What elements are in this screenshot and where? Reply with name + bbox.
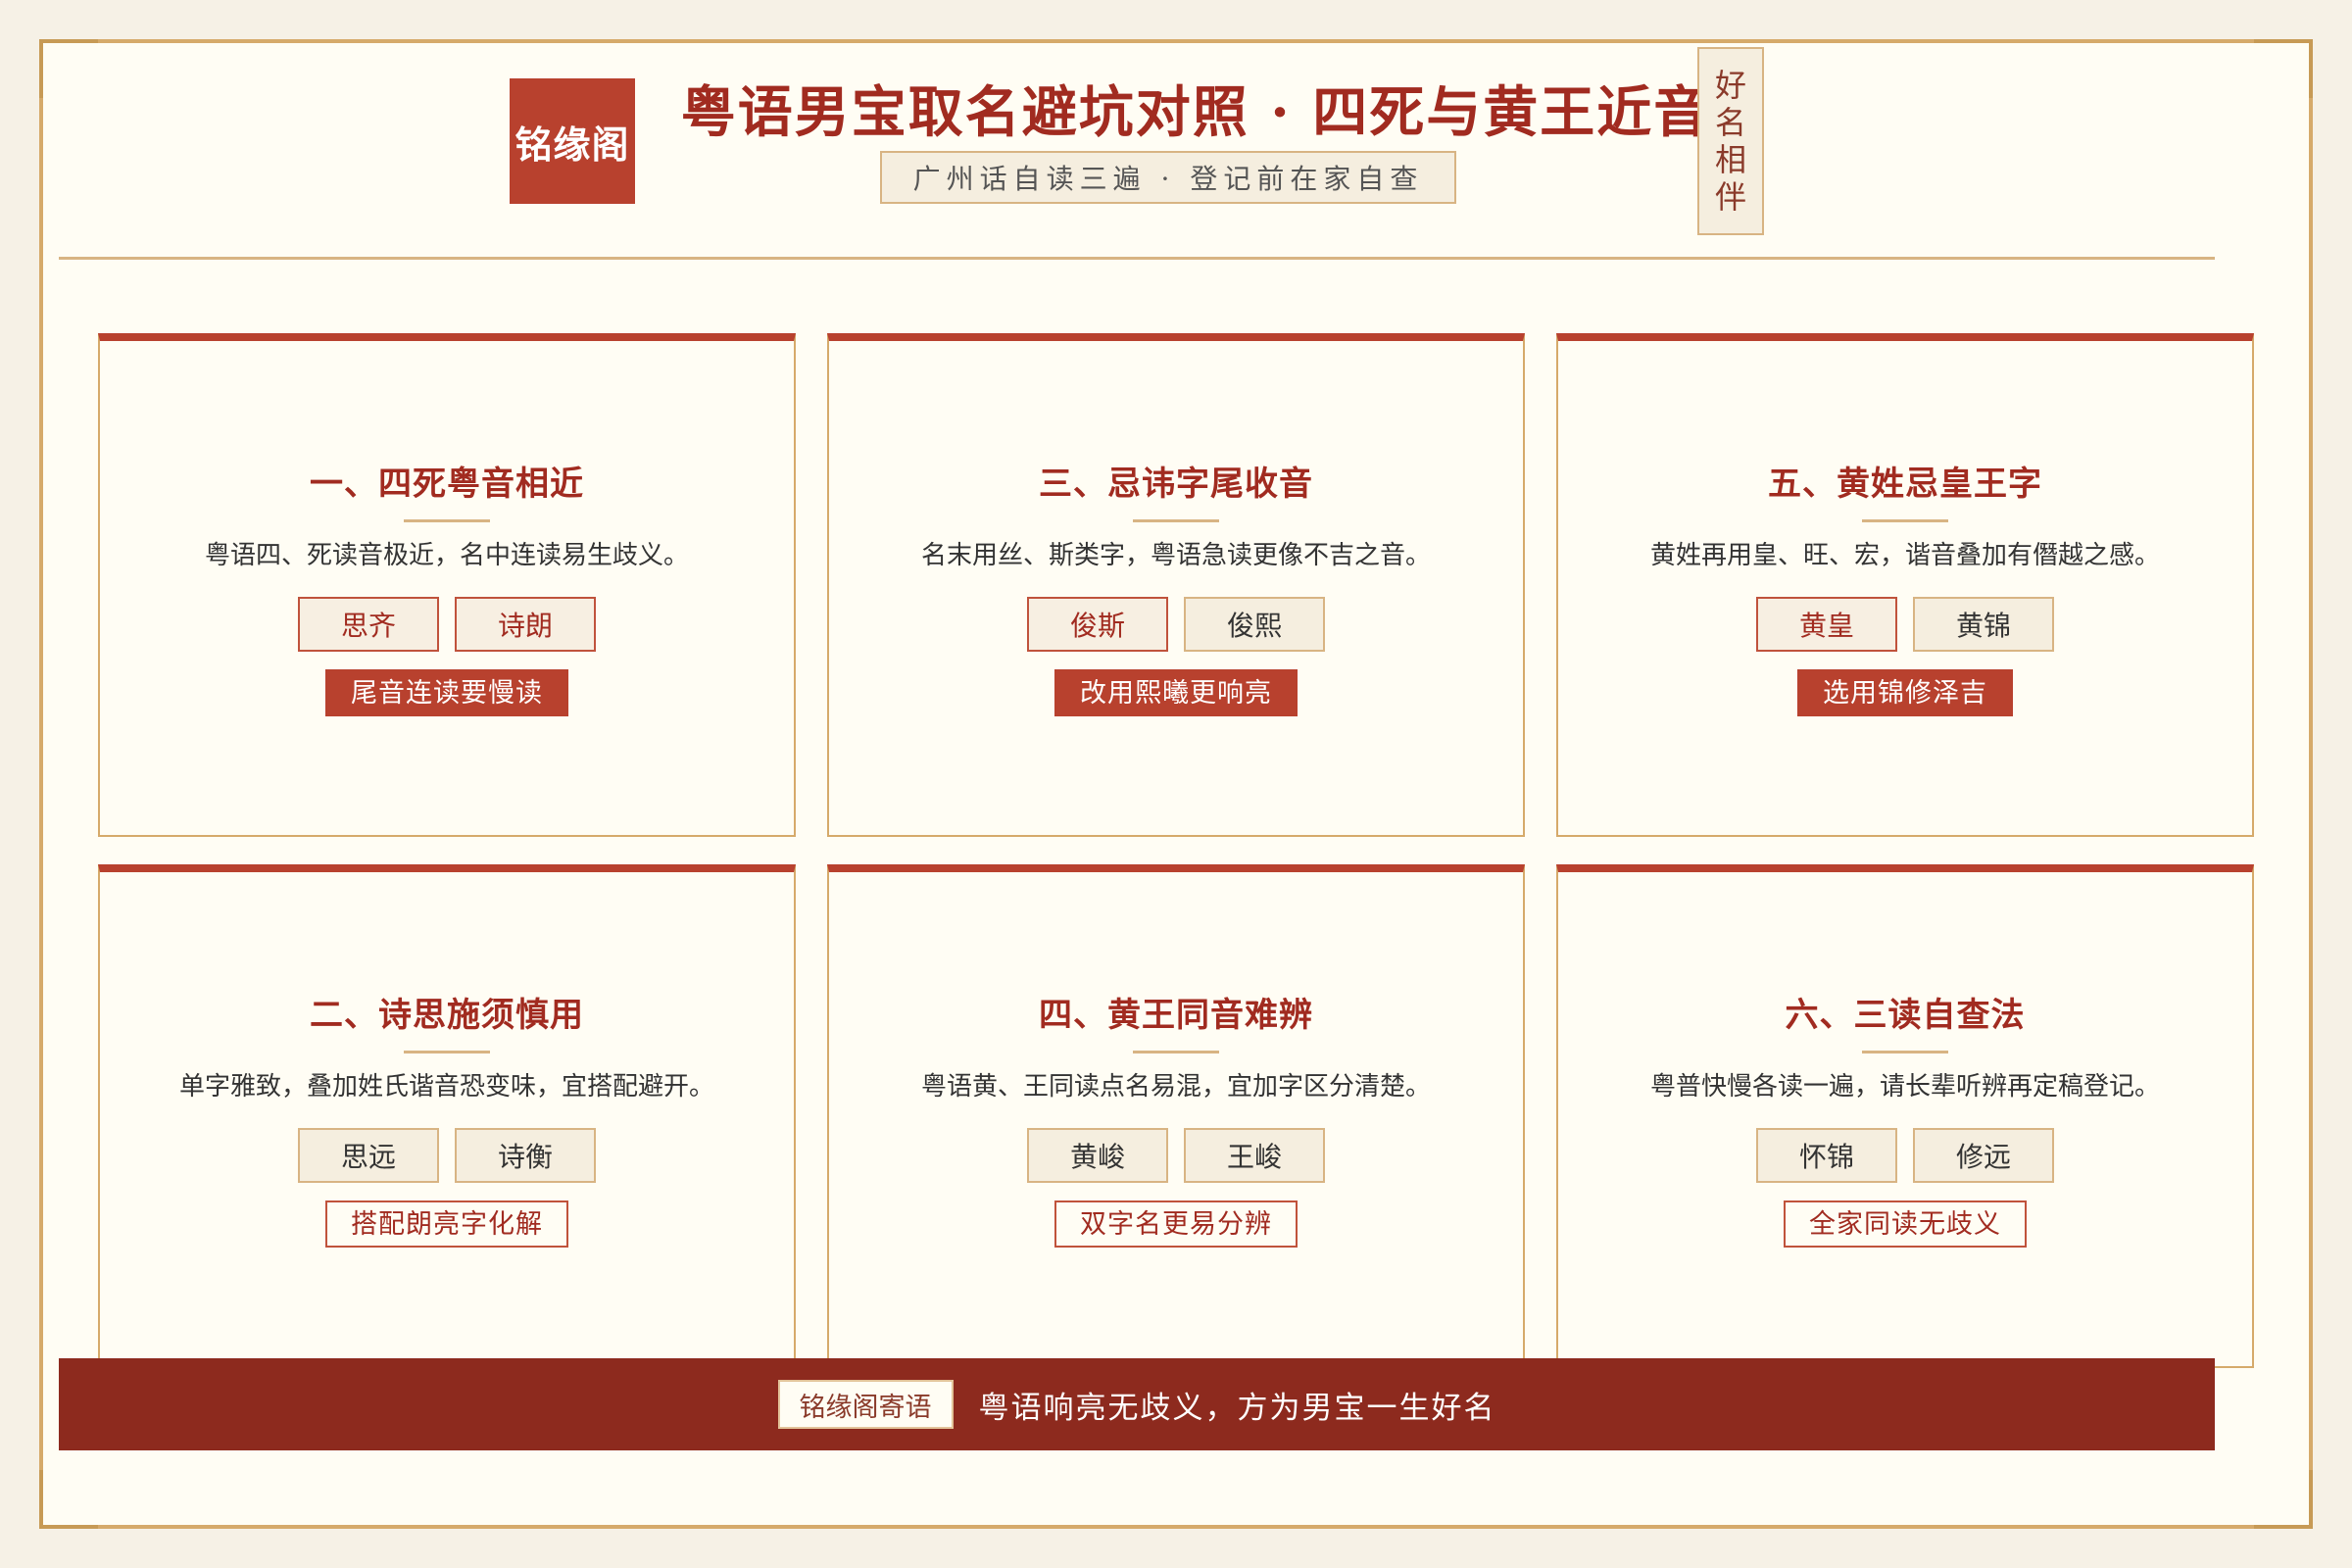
stamp-char: 伴 bbox=[1714, 178, 1746, 216]
stamp-seal: 好 名 相 伴 bbox=[1697, 47, 1764, 235]
card-description: 单字雅致，叠加姓氏谐音恐变味，宜搭配避开。 bbox=[178, 1072, 714, 1102]
name-chip: 诗衡 bbox=[455, 1128, 596, 1183]
card-description: 粤语四、死读音极近，名中连读易生歧义。 bbox=[204, 541, 689, 570]
card-divider bbox=[404, 1051, 490, 1054]
header-divider bbox=[59, 257, 2215, 260]
name-chip: 诗朗 bbox=[455, 597, 596, 652]
name-chip: 黄皇 bbox=[1756, 597, 1897, 652]
card-description: 粤普快慢各读一遍，请长辈听辨再定稿登记。 bbox=[1649, 1072, 2160, 1102]
corner-ornament bbox=[39, 1470, 98, 1529]
name-chip: 黄锦 bbox=[1913, 597, 2054, 652]
card-title: 一、四死粤音相近 bbox=[310, 465, 584, 504]
card-title: 四、黄王同音难辨 bbox=[1039, 996, 1313, 1035]
brand-logo: 铭缘阁 bbox=[510, 78, 635, 204]
card-title: 五、黄姓忌皇王字 bbox=[1768, 465, 2042, 504]
footer-tag: 铭缘阁寄语 bbox=[777, 1380, 954, 1429]
card-description: 名末用丝、斯类字，粤语急读更像不吉之音。 bbox=[920, 541, 1431, 570]
tip-note: 双字名更易分辨 bbox=[1054, 1200, 1298, 1248]
stamp-char: 好 bbox=[1714, 67, 1746, 104]
name-chip: 俊斯 bbox=[1027, 597, 1168, 652]
card-description: 粤语黄、王同读点名易混，宜加字区分清楚。 bbox=[920, 1072, 1431, 1102]
stamp-char: 相 bbox=[1714, 141, 1746, 178]
tip-card-three-reads: 六、三读自查法 粤普快慢各读一遍，请长辈听辨再定稿登记。 怀锦 修远 全家同读无… bbox=[1556, 864, 2254, 1368]
card-divider bbox=[404, 519, 490, 522]
tip-card-sisi: 一、四死粤音相近 粤语四、死读音极近，名中连读易生歧义。 思齐 诗朗 尾音连读要… bbox=[98, 333, 796, 837]
tip-card-ending-sound: 三、忌讳字尾收音 名末用丝、斯类字，粤语急读更像不吉之音。 俊斯 俊熙 改用熙曦… bbox=[827, 333, 1525, 837]
corner-ornament bbox=[2254, 39, 2313, 98]
tip-card-huang-wang: 四、黄王同音难辨 粤语黄、王同读点名易混，宜加字区分清楚。 黄峻 王峻 双字名更… bbox=[827, 864, 1525, 1368]
tip-note: 尾音连读要慢读 bbox=[325, 669, 568, 716]
name-chip: 思齐 bbox=[298, 597, 439, 652]
card-title: 三、忌讳字尾收音 bbox=[1039, 465, 1313, 504]
name-chip: 俊熙 bbox=[1184, 597, 1325, 652]
page-title: 粤语男宝取名避坑对照 · 四死与黄王近音 bbox=[680, 80, 1711, 145]
card-divider bbox=[1133, 519, 1219, 522]
card-description: 黄姓再用皇、旺、宏，谐音叠加有僭越之感。 bbox=[1649, 541, 2160, 570]
card-title: 二、诗思施须慎用 bbox=[310, 996, 584, 1035]
tip-card-huang-surname: 五、黄姓忌皇王字 黄姓再用皇、旺、宏，谐音叠加有僭越之感。 黄皇 黄锦 选用锦修… bbox=[1556, 333, 2254, 837]
tip-note: 选用锦修泽吉 bbox=[1797, 669, 2013, 716]
tip-card-shi-si: 二、诗思施须慎用 单字雅致，叠加姓氏谐音恐变味，宜搭配避开。 思远 诗衡 搭配朗… bbox=[98, 864, 796, 1368]
name-chip: 王峻 bbox=[1184, 1128, 1325, 1183]
footer-message: 粤语响亮无歧义，方为男宝一生好名 bbox=[978, 1390, 1496, 1426]
card-divider bbox=[1862, 1051, 1948, 1054]
stamp-char: 名 bbox=[1714, 104, 1746, 141]
card-divider bbox=[1862, 519, 1948, 522]
tip-note: 改用熙曦更响亮 bbox=[1054, 669, 1298, 716]
name-chip: 黄峻 bbox=[1027, 1128, 1168, 1183]
name-chip: 思远 bbox=[298, 1128, 439, 1183]
corner-ornament bbox=[39, 39, 98, 98]
page-subtitle: 广州话自读三遍 · 登记前在家自查 bbox=[880, 151, 1456, 204]
card-title: 六、三读自查法 bbox=[1785, 996, 2026, 1035]
name-chip: 修远 bbox=[1913, 1128, 2054, 1183]
card-divider bbox=[1133, 1051, 1219, 1054]
footer-banner: 铭缘阁寄语 粤语响亮无歧义，方为男宝一生好名 bbox=[59, 1358, 2215, 1450]
name-chip: 怀锦 bbox=[1756, 1128, 1897, 1183]
corner-ornament bbox=[2254, 1470, 2313, 1529]
tip-note: 搭配朗亮字化解 bbox=[325, 1200, 568, 1248]
tip-note: 全家同读无歧义 bbox=[1784, 1200, 2027, 1248]
